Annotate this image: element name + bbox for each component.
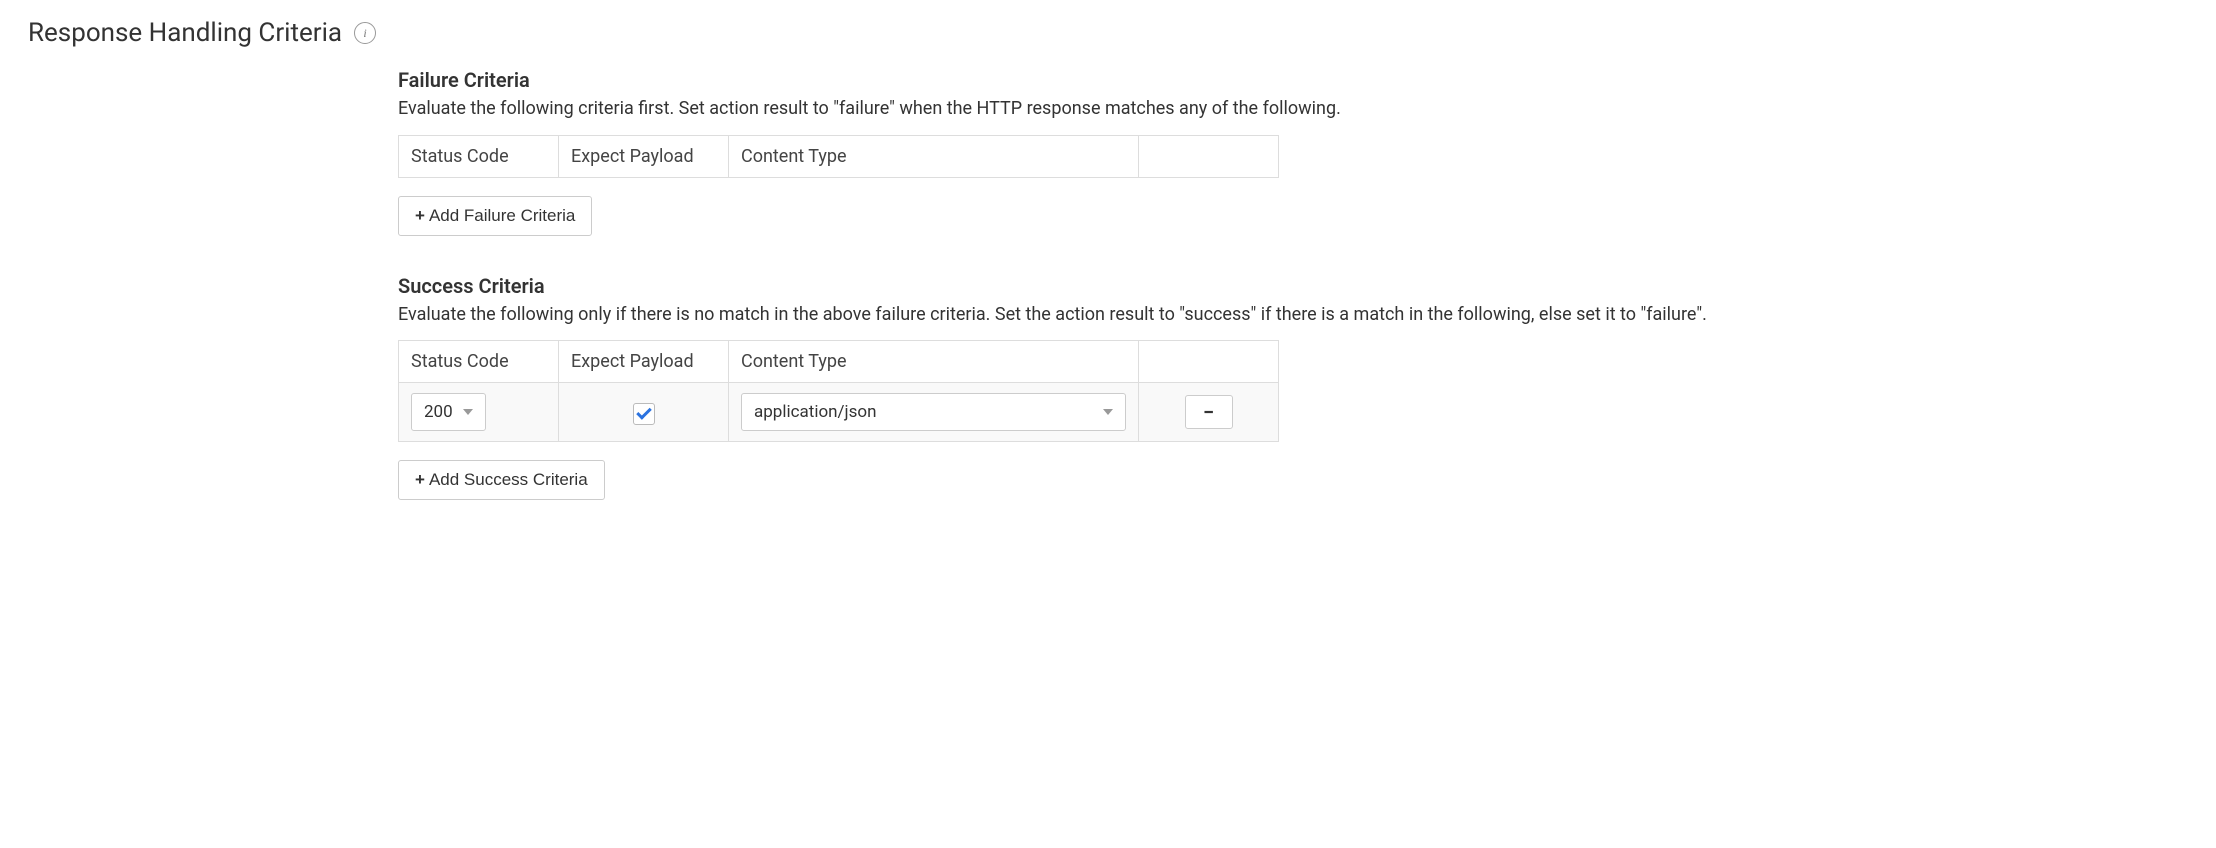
add-failure-criteria-button[interactable]: + Add Failure Criteria — [398, 196, 592, 236]
status-code-value: 200 — [424, 402, 453, 422]
col-header-status-code: Status Code — [399, 341, 559, 383]
table-row: 200 application/json — [399, 383, 1279, 442]
table-header-row: Status Code Expect Payload Content Type — [399, 135, 1279, 177]
success-criteria-title: Success Criteria — [398, 274, 1798, 298]
chevron-down-icon — [463, 409, 473, 415]
checkmark-icon — [636, 404, 652, 420]
success-criteria-section: Success Criteria Evaluate the following … — [398, 274, 1798, 501]
content-type-value: application/json — [754, 402, 876, 422]
chevron-down-icon — [1103, 409, 1113, 415]
col-header-expect-payload: Expect Payload — [559, 341, 729, 383]
col-header-content-type: Content Type — [729, 341, 1139, 383]
status-code-dropdown[interactable]: 200 — [411, 393, 486, 431]
table-header-row: Status Code Expect Payload Content Type — [399, 341, 1279, 383]
page-title: Response Handling Criteria — [28, 18, 342, 48]
failure-criteria-section: Failure Criteria Evaluate the following … — [398, 68, 1798, 236]
add-failure-criteria-label: Add Failure Criteria — [429, 206, 575, 226]
expect-payload-checkbox[interactable] — [633, 403, 655, 425]
col-header-actions — [1139, 341, 1279, 383]
col-header-status-code: Status Code — [399, 135, 559, 177]
failure-criteria-description: Evaluate the following criteria first. S… — [398, 98, 1798, 121]
failure-criteria-table: Status Code Expect Payload Content Type — [398, 135, 1279, 178]
content-type-dropdown[interactable]: application/json — [741, 393, 1126, 431]
failure-criteria-title: Failure Criteria — [398, 68, 1798, 92]
add-success-criteria-button[interactable]: + Add Success Criteria — [398, 460, 605, 500]
col-header-expect-payload: Expect Payload — [559, 135, 729, 177]
plus-icon: + — [415, 206, 425, 226]
col-header-actions — [1139, 135, 1279, 177]
success-criteria-table: Status Code Expect Payload Content Type … — [398, 340, 1279, 442]
plus-icon: + — [415, 470, 425, 490]
col-header-content-type: Content Type — [729, 135, 1139, 177]
remove-row-button[interactable]: − — [1185, 395, 1233, 429]
add-success-criteria-label: Add Success Criteria — [429, 470, 588, 490]
success-criteria-description: Evaluate the following only if there is … — [398, 304, 1798, 327]
info-icon[interactable]: i — [354, 22, 376, 44]
page-title-row: Response Handling Criteria i — [28, 18, 2188, 48]
minus-icon: − — [1203, 400, 1214, 424]
